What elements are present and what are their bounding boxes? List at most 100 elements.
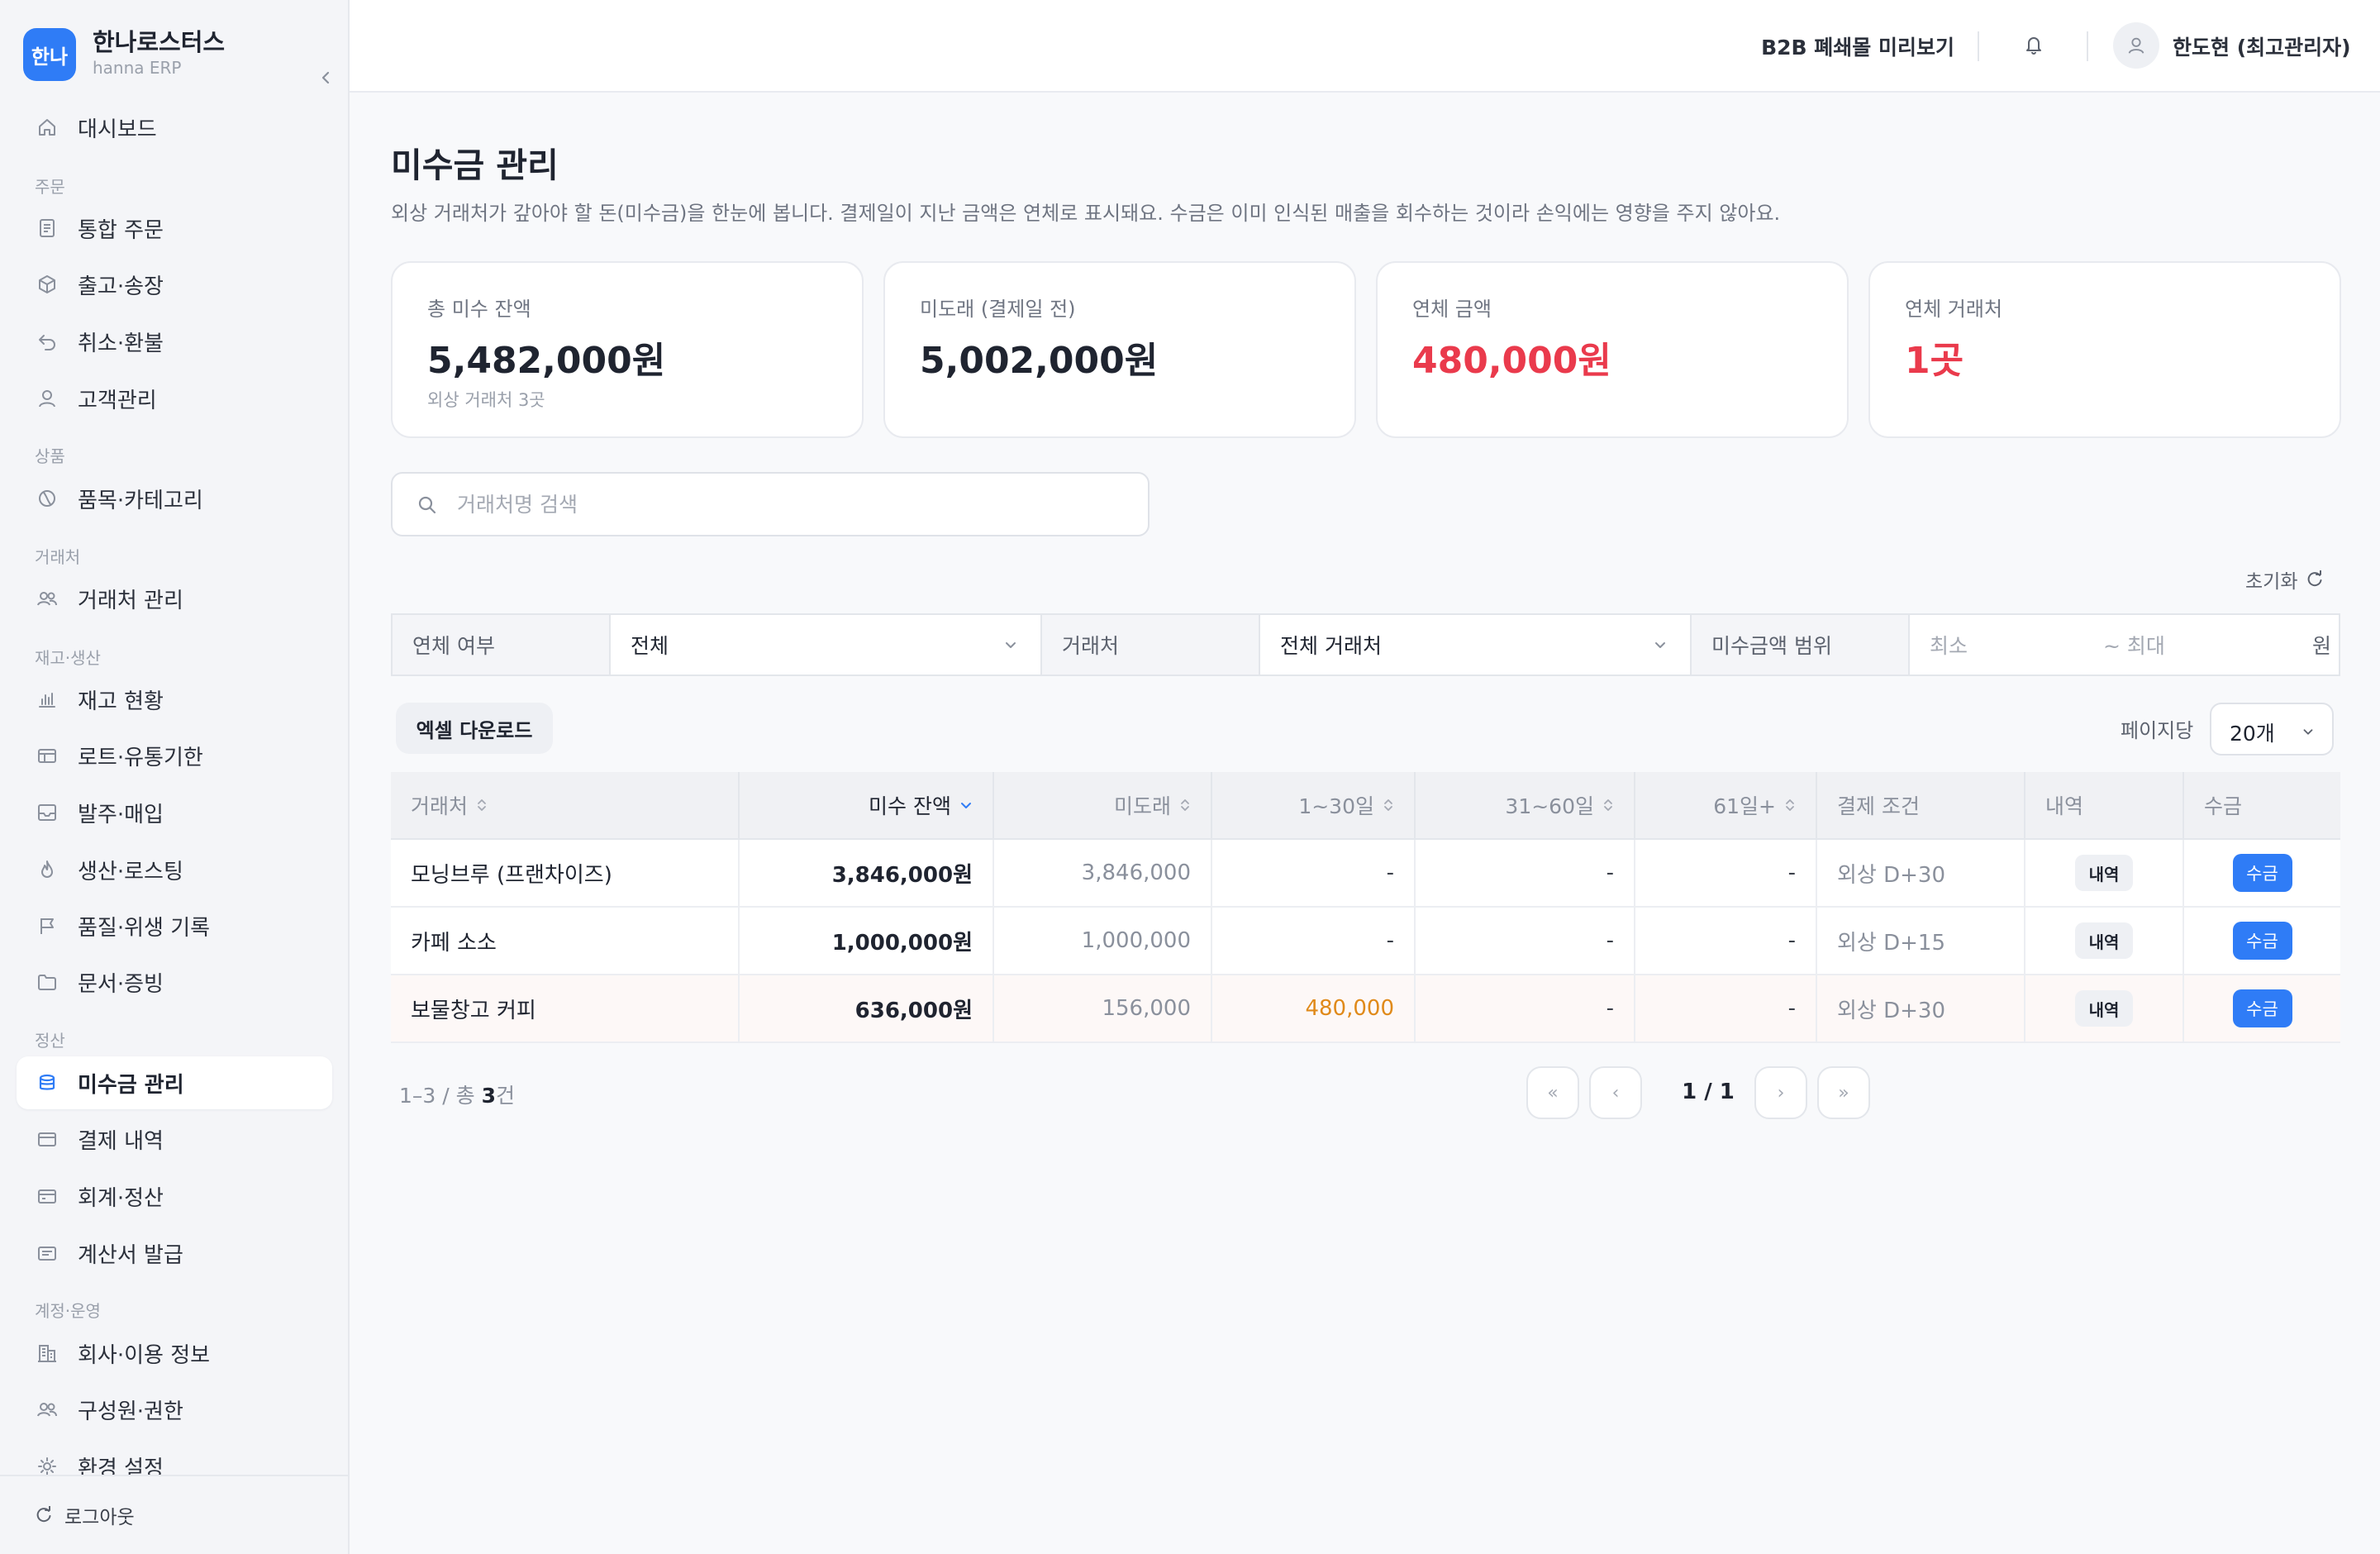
search-icon bbox=[418, 496, 436, 514]
sidebar-item-members[interactable]: 구성원·권한 bbox=[17, 1383, 332, 1436]
sidebar-item-payments[interactable]: 결제 내역 bbox=[17, 1113, 332, 1166]
sidebar-item-shipping[interactable]: 출고·송장 bbox=[17, 258, 332, 311]
next-page-button[interactable]: › bbox=[1754, 1066, 1807, 1119]
history-button[interactable]: 내역 bbox=[2075, 990, 2133, 1027]
header-label: 1~30일 bbox=[1298, 794, 1374, 818]
nav-section-account: 계정·운영 bbox=[35, 1301, 101, 1321]
cell-1-30: - bbox=[1212, 908, 1416, 974]
sidebar-item-accounting[interactable]: 회계·정산 bbox=[17, 1170, 332, 1223]
sidebar-item-category[interactable]: 품목·카테고리 bbox=[17, 472, 332, 525]
last-page-button[interactable]: » bbox=[1817, 1066, 1870, 1119]
sidebar-item-label: 회사·이용 정보 bbox=[78, 1342, 211, 1368]
max-amount-input[interactable]: ~ 최대 bbox=[2083, 615, 2265, 675]
prev-page-button[interactable]: ‹ bbox=[1589, 1066, 1642, 1119]
cell-partner: 모닝브루 (프랜차이즈) bbox=[391, 840, 740, 906]
sidebar-item-receivables[interactable]: 미수금 관리 bbox=[17, 1056, 332, 1109]
sidebar-item-company[interactable]: 회사·이용 정보 bbox=[17, 1327, 332, 1380]
chevron-left-icon bbox=[321, 71, 330, 84]
sidebar-item-label: 통합 주문 bbox=[78, 217, 164, 243]
b2b-preview-link[interactable]: B2B 폐쇄몰 미리보기 bbox=[1761, 31, 1954, 61]
min-amount-input[interactable]: 최소 bbox=[1910, 615, 2083, 675]
summary-card-overdue-partners: 연체 거래처 1곳 bbox=[1868, 261, 2341, 438]
collect-button[interactable]: 수금 bbox=[2232, 922, 2292, 960]
box-icon bbox=[35, 272, 60, 297]
home-icon bbox=[35, 115, 60, 140]
user-menu[interactable]: 한도현 (최고관리자) bbox=[2173, 31, 2351, 61]
sidebar-item-inventory[interactable]: 재고 현황 bbox=[17, 673, 332, 726]
header-label: 31~60일 bbox=[1505, 794, 1594, 818]
bar-chart-icon bbox=[35, 687, 60, 712]
cell-history: 내역 bbox=[2025, 975, 2184, 1042]
search-input[interactable] bbox=[457, 485, 1118, 523]
sidebar-item-purchase[interactable]: 발주·매입 bbox=[17, 786, 332, 839]
brand[interactable]: 한나 한나로스터스 hanna ERP bbox=[23, 23, 330, 84]
notification-button[interactable] bbox=[2017, 28, 2050, 61]
select-value: 전체 거래처 bbox=[1280, 634, 1382, 658]
brand-name: 한나로스터스 bbox=[93, 28, 226, 56]
sidebar-item-refund[interactable]: 취소·환불 bbox=[17, 315, 332, 368]
cell-balance: 636,000원 bbox=[740, 975, 994, 1042]
collapse-sidebar-button[interactable] bbox=[309, 61, 342, 94]
card-value: 5,002,000원 bbox=[920, 340, 1159, 382]
per-page-select[interactable]: 20개 bbox=[2210, 703, 2334, 756]
sort-icon bbox=[476, 798, 488, 813]
sidebar-item-label: 생산·로스팅 bbox=[78, 859, 183, 884]
logout-label: 로그아웃 bbox=[64, 1507, 135, 1528]
count-range: 1–3 / 총 bbox=[399, 1084, 482, 1108]
user-icon bbox=[35, 386, 60, 411]
column-header-not-due[interactable]: 미도래 bbox=[994, 772, 1212, 838]
column-header-balance[interactable]: 미수 잔액 bbox=[740, 772, 994, 838]
sidebar-item-partners[interactable]: 거래처 관리 bbox=[17, 572, 332, 625]
card-icon bbox=[35, 1184, 60, 1208]
collect-button[interactable]: 수금 bbox=[2232, 854, 2292, 892]
sidebar-item-orders[interactable]: 통합 주문 bbox=[17, 202, 332, 255]
column-header-collect: 수금 bbox=[2204, 794, 2243, 818]
sidebar-item-lots[interactable]: 로트·유통기한 bbox=[17, 729, 332, 782]
filter-label-range: 미수금액 범위 bbox=[1692, 615, 1910, 675]
history-button[interactable]: 내역 bbox=[2075, 855, 2133, 891]
nav-section-product: 상품 bbox=[35, 446, 65, 466]
excel-download-button[interactable]: 엑셀 다운로드 bbox=[396, 703, 553, 754]
topbar-divider bbox=[2087, 31, 2088, 61]
sidebar-item-production[interactable]: 생산·로스팅 bbox=[17, 843, 332, 896]
card-value: 1곳 bbox=[1905, 340, 1964, 382]
flame-icon bbox=[35, 857, 60, 882]
building-icon bbox=[35, 1341, 60, 1366]
sidebar-item-label: 미수금 관리 bbox=[78, 1072, 184, 1098]
sidebar-item-dashboard[interactable]: 대시보드 bbox=[17, 101, 332, 154]
topbar: B2B 폐쇄몰 미리보기 한도현 (최고관리자) bbox=[350, 0, 2380, 93]
sort-desc-icon bbox=[959, 798, 973, 812]
sidebar-item-label: 품목·카테고리 bbox=[78, 488, 203, 513]
partner-select[interactable]: 전체 거래처 bbox=[1260, 615, 1692, 675]
column-header-1-30[interactable]: 1~30일 bbox=[1212, 772, 1416, 838]
sidebar-item-label: 문서·증빙 bbox=[78, 971, 164, 997]
user-icon bbox=[2128, 37, 2144, 54]
reset-filters-button[interactable]: 초기화 bbox=[2245, 565, 2324, 593]
select-value: 전체 bbox=[631, 634, 669, 658]
logout-button[interactable]: 로그아웃 bbox=[35, 1501, 135, 1529]
undo-icon bbox=[35, 329, 60, 354]
table-icon bbox=[35, 743, 60, 768]
column-header-61-plus[interactable]: 61일+ bbox=[1635, 772, 1817, 838]
users-icon bbox=[35, 1397, 60, 1422]
sidebar-item-invoice[interactable]: 계산서 발급 bbox=[17, 1227, 332, 1280]
sidebar-item-quality[interactable]: 품질·위생 기록 bbox=[17, 899, 332, 952]
table-row-overdue: 보물창고 커피 636,000원 156,000 480,000 - - 외상 … bbox=[391, 975, 2340, 1043]
sidebar-item-customers[interactable]: 고객관리 bbox=[17, 372, 332, 425]
chevron-down-icon bbox=[1655, 642, 1665, 648]
header-label: 61일+ bbox=[1713, 794, 1776, 818]
sidebar-item-label: 계산서 발급 bbox=[78, 1242, 183, 1268]
history-button[interactable]: 내역 bbox=[2075, 922, 2133, 959]
column-header-partner[interactable]: 거래처 bbox=[391, 772, 740, 838]
avatar[interactable] bbox=[2113, 22, 2159, 69]
cell-61-plus: - bbox=[1635, 975, 1817, 1042]
sort-icon bbox=[1179, 798, 1191, 813]
header-label: 미수 잔액 bbox=[869, 794, 951, 818]
cell-balance: 1,000,000원 bbox=[740, 908, 994, 974]
column-header-31-60[interactable]: 31~60일 bbox=[1416, 772, 1635, 838]
collect-button[interactable]: 수금 bbox=[2232, 989, 2292, 1027]
first-page-button[interactable]: « bbox=[1526, 1066, 1579, 1119]
summary-card-total: 총 미수 잔액 5,482,000원 외상 거래처 3곳 bbox=[391, 261, 864, 438]
overdue-select[interactable]: 전체 bbox=[611, 615, 1042, 675]
sidebar-item-documents[interactable]: 문서·증빙 bbox=[17, 956, 332, 1008]
